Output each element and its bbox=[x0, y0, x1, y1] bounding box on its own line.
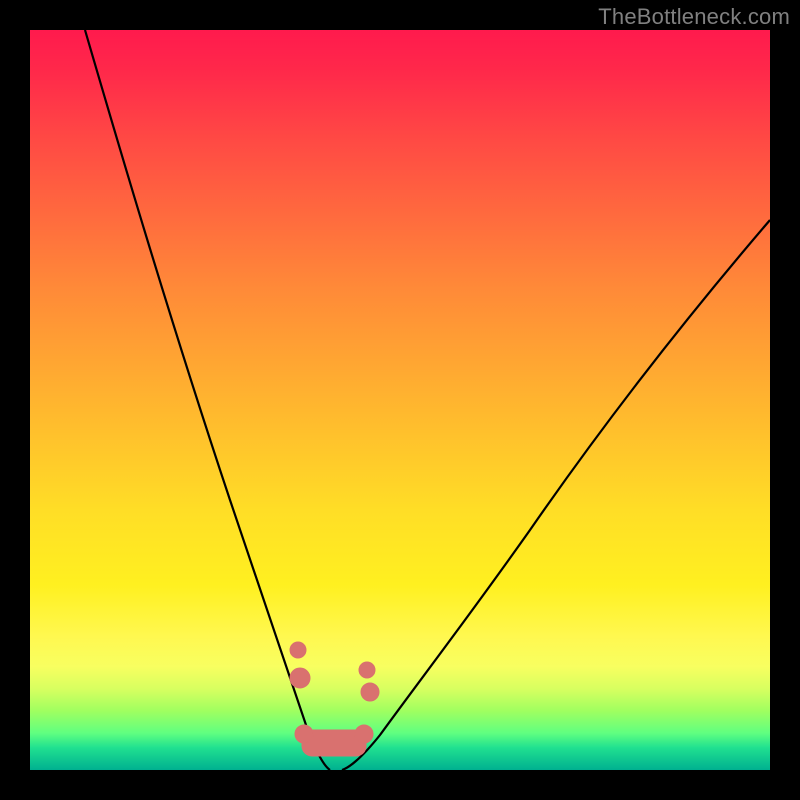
marker-dot bbox=[361, 683, 379, 701]
right-bottleneck-curve bbox=[342, 220, 770, 770]
marker-dot bbox=[359, 662, 375, 678]
watermark-text: TheBottleneck.com bbox=[598, 4, 790, 30]
chart-svg bbox=[30, 30, 770, 770]
marker-dot bbox=[290, 668, 310, 688]
marker-dot bbox=[290, 642, 306, 658]
left-bottleneck-curve bbox=[85, 30, 330, 770]
marker-dot bbox=[295, 725, 313, 743]
marker-dot bbox=[355, 725, 373, 743]
outer-frame: TheBottleneck.com bbox=[0, 0, 800, 800]
